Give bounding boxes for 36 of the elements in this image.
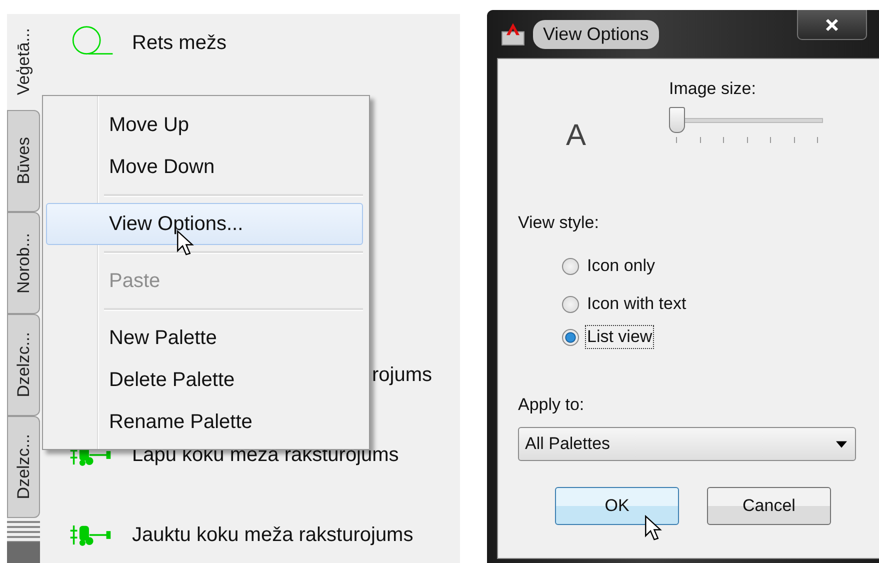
close-button[interactable] (797, 10, 867, 40)
apply-to-dropdown[interactable]: All Palettes (518, 427, 856, 461)
tab-strip-background (7, 542, 40, 563)
window-title: View Options (533, 20, 659, 48)
close-icon (825, 18, 839, 32)
radio-button[interactable] (562, 296, 579, 312)
radio-label[interactable]: Icon with text (585, 292, 688, 316)
grip-handle[interactable] (7, 518, 40, 542)
palette-tab[interactable]: Norob... (7, 212, 40, 314)
image-size-label: Image size: (669, 79, 757, 99)
radio-button[interactable] (562, 328, 579, 346)
dropdown-arrow-icon (836, 440, 847, 448)
palette-tab[interactable]: Būves (7, 110, 40, 212)
menu-item[interactable]: Rename Palette (46, 401, 363, 443)
image-size-slider[interactable] (669, 107, 823, 133)
radio-button[interactable] (562, 258, 579, 274)
palette-tab[interactable]: Dzelzc... (7, 416, 40, 518)
menu-item[interactable]: Move Down (46, 146, 363, 188)
app-icon (501, 22, 525, 46)
dialog-button[interactable]: OK (555, 487, 679, 525)
palette-item-label[interactable]: Jauktu koku meža raksturojums (132, 524, 414, 546)
view-style-label: View style: (518, 213, 600, 233)
palette-item-label[interactable]: rojums (372, 364, 432, 386)
menu-item[interactable]: Delete Palette (46, 359, 363, 401)
slider-thumb[interactable] (669, 107, 685, 133)
preview-glyph: A (566, 119, 588, 154)
dialog-button[interactable]: Cancel (707, 487, 831, 525)
menu-item[interactable]: Move Up (46, 104, 363, 146)
menu-item[interactable]: View Options... (46, 203, 363, 245)
apply-to-label: Apply to: (518, 395, 586, 415)
palette-item-label[interactable]: Rets mežs (132, 32, 226, 54)
palette-tab[interactable]: Dzelzc... (7, 314, 40, 416)
menu-item[interactable]: New Palette (46, 317, 363, 359)
radio-label[interactable]: Icon only (585, 254, 658, 278)
cursor-icon (644, 515, 662, 542)
radio-label[interactable]: List view (585, 325, 654, 349)
